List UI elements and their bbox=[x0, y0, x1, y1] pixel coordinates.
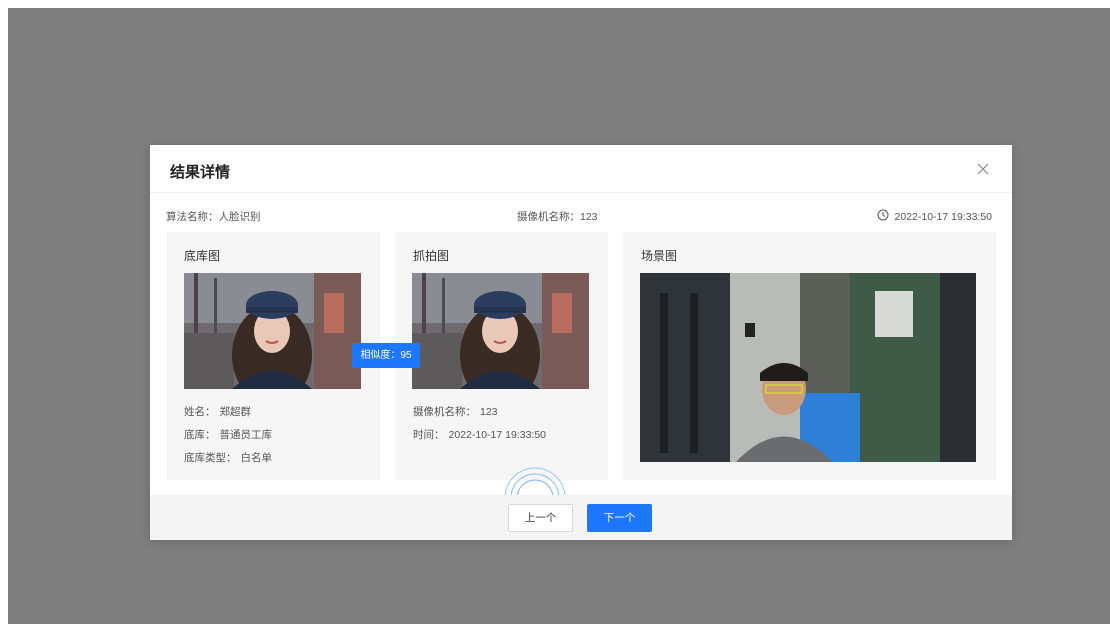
timestamp-value: 2022-10-17 19:33:50 bbox=[894, 210, 993, 223]
modal-footer: 上一个 下一个 bbox=[150, 495, 1012, 540]
capture-face-photo bbox=[412, 273, 589, 389]
similarity-badge: 相似度：95 bbox=[352, 343, 420, 368]
library-field-name: 姓名： 郑超群 bbox=[184, 404, 251, 419]
capture-field-time: 时间： 2022-10-17 19:33:50 bbox=[413, 427, 546, 442]
algorithm-info: 算法名称：人脸识别 bbox=[166, 209, 261, 224]
library-field-library: 底库： 普通员工库 bbox=[184, 427, 272, 442]
next-button[interactable]: 下一个 bbox=[587, 504, 652, 532]
scene-panel: 场景图 bbox=[623, 232, 996, 480]
library-field-type: 底库类型： 白名单 bbox=[184, 450, 272, 465]
algorithm-label: 算法名称： bbox=[166, 211, 219, 223]
field-value: 普通员工库 bbox=[219, 429, 273, 441]
field-label: 底库： bbox=[184, 429, 216, 441]
scene-photo bbox=[640, 273, 976, 462]
result-detail-modal: 结果详情 算法名称：人脸识别 摄像机名称：123 2022-10-17 19:3… bbox=[150, 145, 1012, 540]
field-value: 123 bbox=[480, 406, 498, 418]
capture-field-camera: 摄像机名称： 123 bbox=[413, 404, 498, 419]
library-panel: 底库图 姓名： 郑超群 底库： 普通员工库 底库类型： 白名单 bbox=[166, 232, 380, 480]
clock-icon bbox=[877, 209, 889, 224]
library-face-photo bbox=[184, 273, 361, 389]
scene-panel-title: 场景图 bbox=[641, 249, 678, 263]
modal-title: 结果详情 bbox=[170, 164, 231, 181]
field-label: 底库类型： bbox=[184, 452, 237, 464]
field-value: 2022-10-17 19:33:50 bbox=[448, 429, 547, 441]
camera-info: 摄像机名称：123 bbox=[517, 209, 598, 224]
previous-button[interactable]: 上一个 bbox=[508, 504, 573, 532]
capture-panel-title: 抓拍图 bbox=[413, 249, 450, 263]
field-label: 时间： bbox=[413, 429, 445, 441]
field-value: 郑超群 bbox=[219, 406, 252, 418]
capture-panel: 抓拍图 摄像机名称： 123 时间： 2022-10-17 19:33:50 bbox=[395, 232, 608, 480]
field-label: 摄像机名称： bbox=[413, 406, 476, 418]
close-icon[interactable] bbox=[972, 158, 994, 180]
field-value: 白名单 bbox=[240, 452, 273, 464]
timestamp-info: 2022-10-17 19:33:50 bbox=[877, 209, 993, 224]
camera-label: 摄像机名称： bbox=[517, 211, 580, 223]
library-panel-title: 底库图 bbox=[184, 249, 221, 263]
modal-header: 结果详情 bbox=[150, 145, 1012, 193]
field-label: 姓名： bbox=[184, 406, 216, 418]
similarity-value: 95 bbox=[400, 350, 412, 361]
camera-value: 123 bbox=[580, 211, 598, 223]
algorithm-value: 人脸识别 bbox=[218, 211, 261, 223]
similarity-label: 相似度： bbox=[360, 350, 401, 361]
